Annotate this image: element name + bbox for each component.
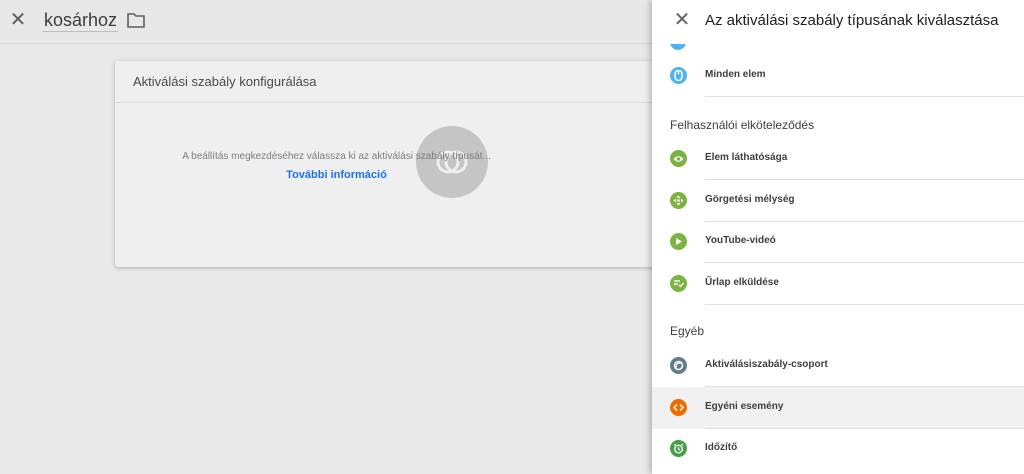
item-label: Görgetési mélység <box>705 194 795 205</box>
trigger-type-item[interactable]: YouTube-videó <box>652 221 1024 263</box>
close-icon[interactable]: ✕ <box>8 10 28 30</box>
more-info-link[interactable]: További információ <box>0 169 673 181</box>
panel-title: Az aktiválási szabály típusának kiválasz… <box>705 12 999 29</box>
move-arrows-icon <box>670 192 687 209</box>
trigger-type-item-selected[interactable]: Egyéni esemény <box>652 387 1024 429</box>
item-label: YouTube-videó <box>705 235 776 246</box>
separator <box>705 304 1024 305</box>
section-heading: Egyéb <box>670 324 705 338</box>
folder-icon[interactable] <box>127 12 145 28</box>
trigger-type-item[interactable]: Görgetési mélység <box>652 180 1024 222</box>
panel-header: ✕ Az aktiválási szabály típusának kivála… <box>652 0 1024 44</box>
item-label: Aktiválásiszabály-csoport <box>705 359 828 370</box>
trigger-type-panel: ✕ Az aktiválási szabály típusának kivála… <box>652 0 1024 474</box>
trigger-placeholder-icon[interactable] <box>416 126 488 198</box>
close-icon[interactable]: ✕ <box>672 10 692 30</box>
card-title: Aktiválási szabály konfigurálása <box>115 61 675 103</box>
item-label: Egyéni esemény <box>705 401 784 412</box>
trigger-type-item[interactable]: Időzítő <box>652 428 1024 470</box>
trigger-config-card: Aktiválási szabály konfigurálása <box>115 61 675 267</box>
section-heading: Felhasználói elköteleződés <box>670 118 815 132</box>
eye-icon <box>670 150 687 167</box>
trigger-type-item[interactable]: Minden elem <box>652 55 1024 97</box>
item-label: Elem láthatósága <box>705 152 788 163</box>
alarm-clock-icon <box>670 440 687 457</box>
card-hint-text: A beállítás megkezdéséhez válassza ki az… <box>182 151 491 162</box>
pointer-icon <box>670 67 687 84</box>
item-label: Időzítő <box>705 442 738 453</box>
trigger-type-item[interactable]: Űrlap elküldése <box>652 263 1024 305</box>
code-icon <box>670 399 687 416</box>
play-icon <box>670 233 687 250</box>
item-label: Űrlap elküldése <box>705 277 779 288</box>
trigger-name-input[interactable]: kosárhoz <box>42 8 118 32</box>
separator <box>705 96 1024 97</box>
trigger-type-item[interactable]: Aktiválásiszabály-csoport <box>652 345 1024 387</box>
trigger-type-item[interactable]: Elem láthatósága <box>652 138 1024 180</box>
item-label: Minden elem <box>705 69 766 80</box>
form-check-icon <box>670 275 687 292</box>
trigger-group-icon <box>670 357 687 374</box>
